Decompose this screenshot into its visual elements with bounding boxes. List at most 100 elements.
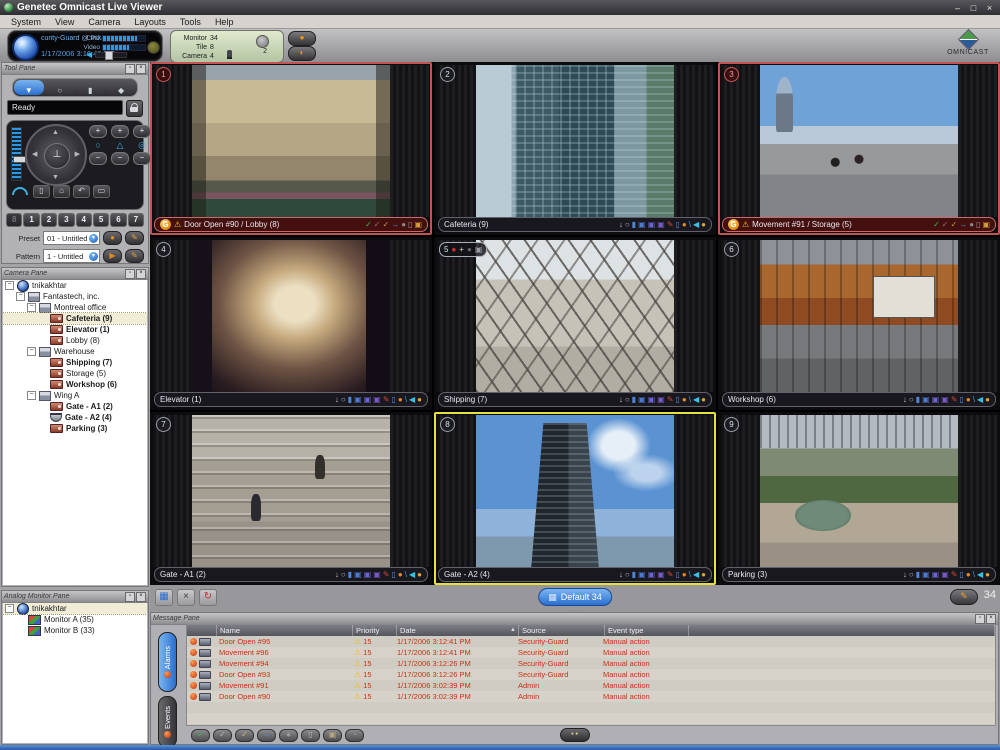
lock-icon[interactable]: ●	[701, 569, 706, 581]
digital-zoom-icon[interactable]: ○	[909, 569, 914, 581]
tools-icon[interactable]: \	[405, 394, 407, 406]
snapshot-icon[interactable]: ▣	[638, 569, 646, 581]
ptz-speed-gauge[interactable]	[11, 127, 22, 181]
multi-view-icon[interactable]: ▣	[657, 569, 665, 581]
monitor-icon[interactable]: ▯	[676, 394, 680, 406]
dome-icon[interactable]: ●	[682, 219, 687, 231]
monitor-tree-item[interactable]: Monitor A (35)	[3, 614, 147, 625]
ptz-up-arrow[interactable]: ▲	[52, 129, 59, 136]
stream-icon[interactable]: ▮	[348, 394, 352, 406]
lock-icon[interactable]: ●	[985, 569, 990, 581]
volume-slider[interactable]	[95, 52, 127, 58]
iris-control-minus-button[interactable]: −	[133, 152, 151, 165]
dome-icon[interactable]: ●	[398, 394, 403, 406]
monitor-icon[interactable]: ▯	[392, 394, 396, 406]
menu-tools[interactable]: Tools	[173, 17, 208, 27]
snapshot-icon[interactable]: ▣	[922, 569, 930, 581]
ptz-speed-handle[interactable]	[13, 156, 26, 163]
tab-events[interactable]: Events	[158, 696, 177, 748]
expander-icon[interactable]: −	[27, 391, 36, 400]
stream-icon[interactable]: ▮	[632, 569, 636, 581]
monitor-icon[interactable]: ▯	[960, 569, 964, 581]
zoom-control-plus-button[interactable]: +	[89, 125, 107, 138]
tile-label-bar[interactable]: Elevator (1)↓○▮▣▣▣✎▯●\◀●	[154, 392, 428, 407]
monitor-icon[interactable]: ▯	[960, 394, 964, 406]
cycle-cameras-icon[interactable]: ▣	[648, 394, 656, 406]
ack-icon[interactable]: ✓	[933, 219, 940, 231]
forward-button[interactable]: →	[257, 729, 276, 742]
alarm-row[interactable]: Movement #91⚠151/17/2006 3:02:39 PMAdmin…	[187, 680, 995, 691]
ptz-down-arrow[interactable]: ▼	[52, 174, 59, 181]
tile-label-bar[interactable]: Parking (3)↓○▮▣▣▣✎▯●\◀●	[722, 567, 996, 582]
alarm-report-icon[interactable]: ▯	[408, 219, 412, 231]
restore-button[interactable]: □	[967, 2, 980, 14]
ack-forcibly-button[interactable]: ✓	[213, 729, 232, 742]
tools-icon[interactable]: \	[405, 569, 407, 581]
ptz-left-arrow[interactable]: ◀	[32, 150, 37, 158]
focus-control-plus-button[interactable]: +	[111, 125, 129, 138]
stream-tab[interactable]: ▮	[76, 80, 106, 95]
dome-icon[interactable]: ●	[398, 569, 403, 581]
annotate-icon[interactable]: ✎	[951, 394, 958, 406]
push-camera-icon[interactable]: ↓	[619, 569, 623, 581]
lock-icon[interactable]: ●	[417, 569, 422, 581]
push-camera-icon[interactable]: ↓	[619, 394, 623, 406]
preset-number-1[interactable]: 1	[23, 213, 39, 227]
monitor-tree-item[interactable]: Monitor B (33)	[3, 625, 147, 636]
ack-button[interactable]: ✓	[191, 729, 210, 742]
column-header-source[interactable]: Source	[519, 625, 605, 636]
digital-zoom-icon[interactable]: ○	[625, 394, 630, 406]
tile-label-bar[interactable]: Gate - A1 (2)↓○▮▣▣▣✎▯●\◀●	[154, 567, 428, 582]
lock-icon[interactable]: ●	[417, 394, 422, 406]
expander-icon[interactable]: −	[5, 604, 14, 613]
monitor-icon[interactable]: ▯	[676, 219, 680, 231]
preset-number-4[interactable]: 4	[76, 213, 92, 227]
digital-zoom-icon[interactable]: ○	[625, 569, 630, 581]
preset-number-6[interactable]: 6	[110, 213, 126, 227]
pan-icon[interactable]: +	[459, 244, 464, 256]
alarm-report-icon[interactable]: ▯	[976, 219, 980, 231]
alarm-row[interactable]: Movement #94⚠151/17/2006 3:12:26 PMSecur…	[187, 658, 995, 669]
push-camera-icon[interactable]: ↓	[335, 394, 339, 406]
tile-label-bar[interactable]: Gate - A2 (4)↓○▮▣▣▣✎▯●\◀●	[438, 567, 712, 582]
camera-tree-item[interactable]: Gate - A2 (4)	[3, 412, 147, 423]
preset-number-3[interactable]: 3	[58, 213, 74, 227]
snooze-alarm-icon[interactable]: ●	[969, 219, 974, 231]
ack-icon[interactable]: ✓	[365, 219, 372, 231]
expander-icon[interactable]: −	[5, 281, 14, 290]
camera-tile-2[interactable]: 2Cafeteria (9)↓○▮▣▣▣✎▯●\◀●	[434, 62, 716, 235]
play-pattern-button[interactable]: ▶	[103, 249, 122, 263]
ack-forcibly-icon[interactable]: ✓	[374, 219, 381, 231]
tile-pattern-button[interactable]: ▦	[155, 589, 173, 606]
cycle-cameras-icon[interactable]: ▣	[364, 569, 372, 581]
camera-tile-9[interactable]: 9Parking (3)↓○▮▣▣▣✎▯●\◀●	[718, 412, 1000, 585]
center-icon[interactable]: ●	[467, 244, 472, 256]
float-pane-button[interactable]: ▫	[975, 614, 985, 624]
camera-tree-item[interactable]: −Montreal office	[3, 302, 147, 313]
audio-icon[interactable]: ◀	[977, 394, 983, 406]
digital-zoom-icon[interactable]: ○	[341, 569, 346, 581]
aux-display-button[interactable]: ▭	[93, 185, 110, 198]
lock-icon[interactable]: ●	[985, 394, 990, 406]
cycle-cameras-icon[interactable]: ▣	[932, 569, 940, 581]
ptz-tab[interactable]: ▼	[14, 80, 44, 95]
preset-number-8[interactable]: 8	[6, 213, 22, 227]
multi-view-icon[interactable]: ▣	[373, 394, 381, 406]
audio-icon[interactable]: ◀	[409, 569, 415, 581]
snapshot-icon[interactable]: ▣	[354, 394, 362, 406]
snooze-alarm-icon[interactable]: ●	[401, 219, 406, 231]
column-header-blank[interactable]	[187, 625, 217, 636]
camera-tree-item[interactable]: Elevator (1)	[3, 324, 147, 335]
expander-icon[interactable]: −	[27, 303, 36, 312]
cycle-cameras-icon[interactable]: ▣	[932, 394, 940, 406]
default-layout-button[interactable]: ▦ Default 34	[538, 588, 612, 606]
camera-tile-7[interactable]: 7Gate - A1 (2)↓○▮▣▣▣✎▯●\◀●	[150, 412, 432, 585]
forward-alarm-icon[interactable]: →	[959, 219, 967, 231]
annotate-icon[interactable]: ✎	[951, 569, 958, 581]
push-camera-icon[interactable]: ↓	[335, 569, 339, 581]
audio-icon[interactable]: ◀	[693, 394, 699, 406]
expander-icon[interactable]: −	[27, 347, 36, 356]
menu-layouts[interactable]: Layouts	[127, 17, 173, 27]
alarm-video-icon[interactable]: ▣	[414, 219, 422, 231]
lock-icon[interactable]: ●	[701, 394, 706, 406]
